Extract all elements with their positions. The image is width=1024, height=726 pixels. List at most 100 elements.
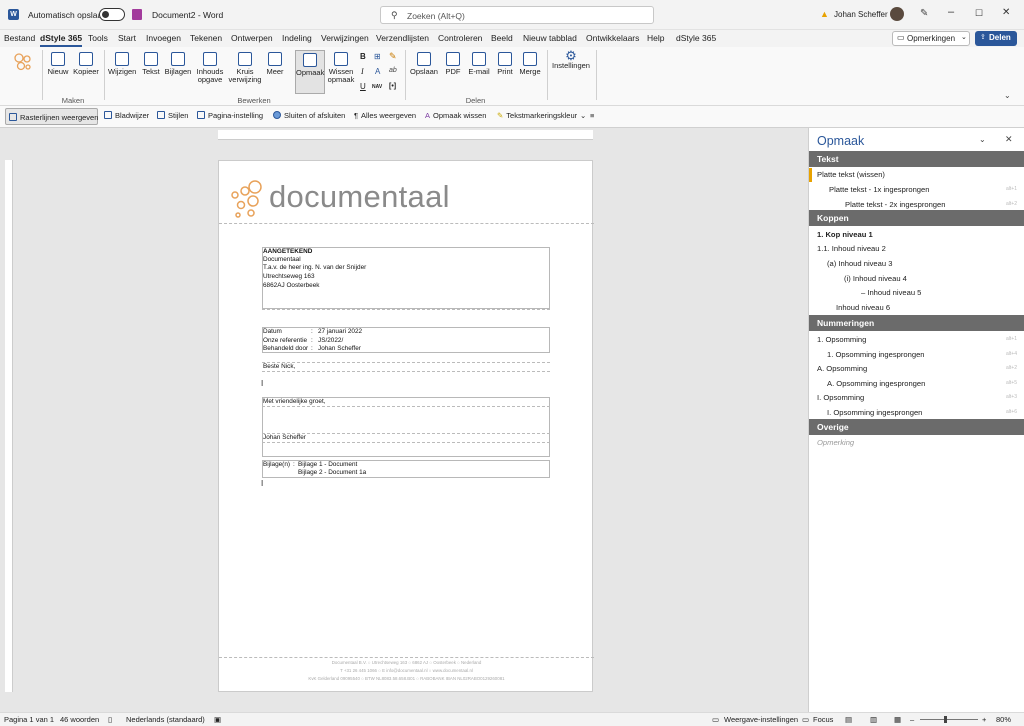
tab-verwijzingen[interactable]: Verwijzingen — [321, 33, 369, 43]
pane-options-icon[interactable]: ⌄ — [979, 135, 986, 144]
rasterlijnen-button[interactable]: Rasterlijnen weergeven — [5, 108, 98, 125]
nieuw-button[interactable]: Nieuw — [46, 52, 70, 76]
style-platte-tekst-1x[interactable]: Platte tekst - 1x ingesprongen alt+1 — [809, 183, 1024, 197]
vertical-ruler[interactable] — [5, 160, 13, 692]
bold-button[interactable]: B — [360, 52, 366, 61]
italic-button[interactable]: I — [361, 67, 364, 76]
pane-close-icon[interactable]: ✕ — [1005, 134, 1013, 145]
display-settings[interactable]: Weergave-instellingen — [724, 715, 798, 724]
style-opsomming-i-ingesprongen[interactable]: I. Opsomming ingesprongen alt+6 — [809, 406, 1024, 420]
nav-button[interactable]: NAV — [372, 84, 382, 90]
tab-nieuw-tabblad[interactable]: Nieuw tabblad — [523, 33, 577, 43]
style-opsomming-i[interactable]: I. Opsomming alt+3 — [809, 391, 1024, 405]
email-button[interactable]: E-mail — [466, 52, 492, 76]
wissen-opmaak-button[interactable]: Wissen opmaak — [326, 52, 356, 84]
print-button[interactable]: Print — [494, 52, 516, 76]
paint-icon[interactable]: ✎ — [389, 51, 397, 62]
kruisverwijzing-button[interactable]: Kruis verwijzing — [228, 52, 262, 84]
pagina-instelling-button[interactable]: Pagina-instelling — [197, 111, 263, 120]
text-color-icon[interactable]: A — [375, 67, 380, 76]
tab-indeling[interactable]: Indeling — [282, 33, 312, 43]
zoom-slider[interactable] — [920, 716, 978, 723]
tab-tools[interactable]: Tools — [88, 33, 108, 43]
style-niveau-5[interactable]: – Inhoud niveau 5 — [809, 286, 1024, 300]
opslaan-button[interactable]: Opslaan — [409, 52, 439, 76]
close-icon[interactable]: ✕ — [1002, 7, 1010, 18]
style-niveau-3[interactable]: (a) Inhoud niveau 3 — [809, 257, 1024, 271]
tab-dstyle365-2[interactable]: dStyle 365 — [676, 33, 716, 43]
display-settings-icon[interactable]: ▭ — [712, 715, 719, 724]
ribbon-collapse-icon[interactable]: ⌄ — [1004, 91, 1011, 100]
tab-beeld[interactable]: Beeld — [491, 33, 513, 43]
zoom-level[interactable]: 80% — [996, 715, 1011, 724]
style-kop-1[interactable]: 1. Kop niveau 1 — [809, 228, 1024, 242]
bladwijzer-button[interactable]: Bladwijzer — [104, 111, 149, 120]
tab-verzendlijsten[interactable]: Verzendlijsten — [376, 33, 429, 43]
bijlagen-button[interactable]: Bijlagen — [164, 52, 192, 76]
focus-button[interactable]: Focus — [813, 715, 833, 724]
document-page[interactable]: documentaal AANGETEKEND Documentaal T.a.… — [218, 160, 594, 692]
warning-icon[interactable]: ▲ — [820, 9, 829, 19]
minimize-icon[interactable]: – — [948, 6, 954, 18]
pdf-button[interactable]: PDF — [442, 52, 464, 76]
page-count[interactable]: Pagina 1 van 1 — [4, 715, 54, 724]
style-niveau-2[interactable]: 1.1. Inhoud niveau 2 — [809, 242, 1024, 256]
wijzigen-button[interactable]: Wijzigen — [108, 52, 136, 76]
style-opmerking[interactable]: Opmerking — [809, 436, 1024, 450]
opmaak-wissen-button[interactable]: A Opmaak wissen — [425, 111, 486, 120]
abc-icon[interactable]: ab — [389, 67, 397, 74]
focus-icon[interactable]: ▭ — [802, 715, 809, 724]
merge-button[interactable]: Merge — [518, 52, 542, 76]
meer-button[interactable]: Meer — [264, 52, 286, 76]
inhoudsopgave-button[interactable]: Inhouds opgave — [194, 52, 226, 84]
style-opsomming-1[interactable]: 1. Opsomming alt+1 — [809, 333, 1024, 347]
tab-ontwerpen[interactable]: Ontwerpen — [231, 33, 273, 43]
style-a-icon[interactable]: ⊞ — [374, 52, 381, 61]
tekstmarkering-button[interactable]: ✎ Tekstmarkeringskleur — [497, 111, 577, 120]
horizontal-ruler[interactable] — [218, 130, 593, 140]
opmaak-button[interactable]: Opmaak — [295, 50, 325, 94]
tab-controleren[interactable]: Controleren — [438, 33, 482, 43]
word-count[interactable]: 46 woorden — [60, 715, 99, 724]
alles-weergeven-button[interactable]: ¶ Alles weergeven — [354, 111, 416, 120]
style-platte-tekst[interactable]: Platte tekst (wissen) — [809, 168, 1024, 182]
stijlen-button[interactable]: Stijlen — [157, 111, 188, 120]
toolbar-overflow-icon[interactable]: ≡ — [590, 111, 594, 120]
read-mode-icon[interactable]: ▤ — [845, 715, 852, 724]
style-niveau-4[interactable]: (i) Inhoud niveau 4 — [809, 272, 1024, 286]
maximize-icon[interactable]: ☐ — [975, 8, 983, 19]
zoom-out-button[interactable]: – — [910, 715, 914, 724]
language[interactable]: Nederlands (standaard) — [126, 715, 205, 724]
zoom-in-button[interactable]: + — [982, 715, 986, 724]
tab-dstyle365[interactable]: dStyle 365 — [40, 33, 83, 47]
comments-button[interactable]: ▭ Opmerkingen ⌄ — [892, 31, 970, 46]
tab-start[interactable]: Start — [118, 33, 136, 43]
underline-button[interactable]: U — [360, 82, 366, 91]
save-icon[interactable] — [132, 9, 142, 20]
avatar[interactable] — [890, 7, 904, 21]
tab-ontwikkelaars[interactable]: Ontwikkelaars — [586, 33, 639, 43]
user-name[interactable]: Johan Scheffer — [834, 10, 888, 19]
web-layout-icon[interactable]: ▦ — [894, 715, 901, 724]
autosave-toggle[interactable] — [99, 8, 125, 21]
proofing-icon[interactable]: ▯ — [108, 715, 112, 724]
kopieer-button[interactable]: Kopieer — [72, 52, 100, 76]
tab-help[interactable]: Help — [647, 33, 664, 43]
tab-bestand[interactable]: Bestand — [4, 33, 35, 43]
style-niveau-6[interactable]: Inhoud niveau 6 — [809, 301, 1024, 315]
style-opsomming-1-ingesprongen[interactable]: 1. Opsomming ingesprongen alt+4 — [809, 348, 1024, 362]
sluiten-button[interactable]: Sluiten of afsluiten — [273, 111, 345, 120]
share-button[interactable]: ⇪ Delen — [975, 31, 1017, 46]
tekst-button[interactable]: Tekst — [139, 52, 163, 76]
print-layout-icon[interactable]: ▥ — [870, 715, 877, 724]
style-opsomming-a[interactable]: A. Opsomming alt+2 — [809, 362, 1024, 376]
instellingen-button[interactable]: ⚙ Instellingen — [551, 49, 591, 70]
tab-tekenen[interactable]: Tekenen — [190, 33, 222, 43]
search-box[interactable]: ⚲ Zoeken (Alt+Q) — [380, 6, 654, 24]
pen-icon[interactable]: ✎ — [920, 8, 928, 19]
style-opsomming-a-ingesprongen[interactable]: A. Opsomming ingesprongen alt+5 — [809, 377, 1024, 391]
tab-invoegen[interactable]: Invoegen — [146, 33, 181, 43]
accessibility-icon[interactable]: ▣ — [214, 715, 221, 724]
bullet-field-button[interactable]: [•] — [389, 83, 396, 90]
highlight-dropdown-icon[interactable]: ⌄ — [580, 111, 586, 120]
